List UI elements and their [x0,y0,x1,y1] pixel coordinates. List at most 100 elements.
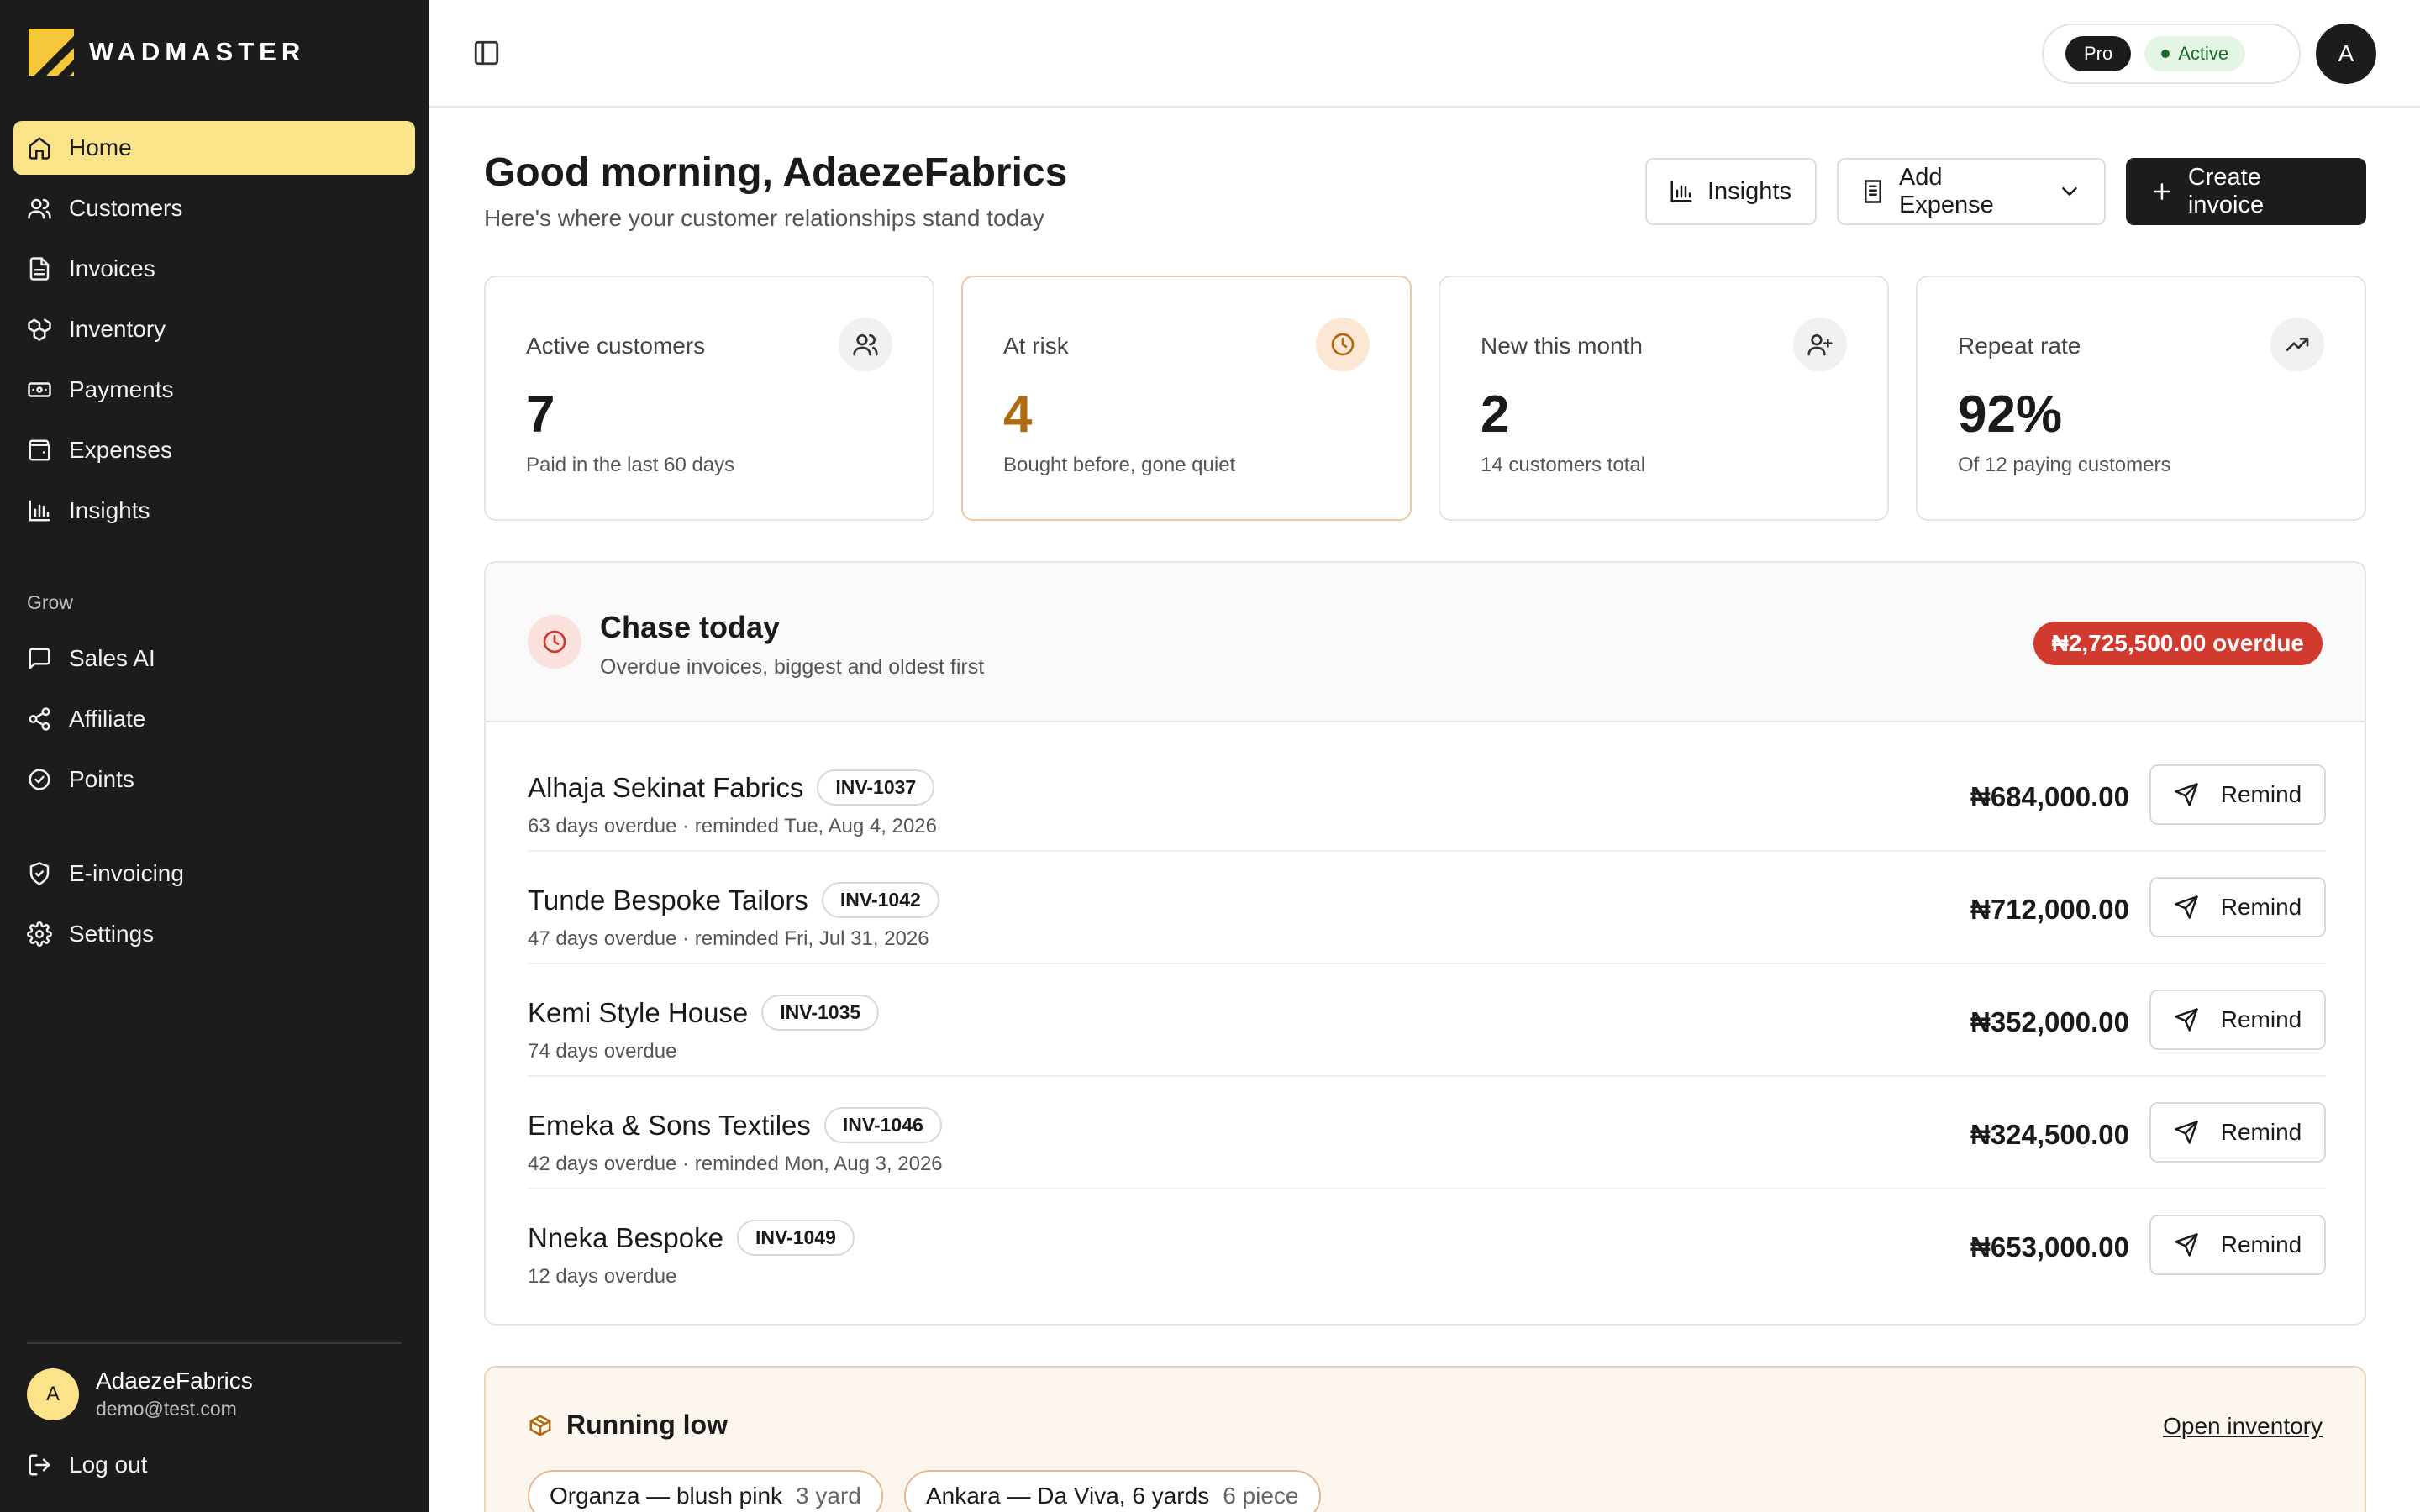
create-invoice-label: Create invoice [2187,164,2265,218]
invoice-badge: INV-1046 [823,1107,942,1143]
sidebar-item-label: Invoices [69,255,155,281]
stat-note: Paid in the last 60 days [526,454,735,476]
status-text: Active [2178,43,2229,64]
stat-note: 14 customers total [1481,454,1646,476]
stat-icon [1316,318,1370,371]
remind-button[interactable]: Remind [2149,764,2326,825]
home-icon [29,137,50,160]
sidebar-toggle-icon[interactable] [472,39,501,67]
page-subtitle: Here's where your customer relationships… [484,205,1044,231]
customer-name-text: Tunde Bespoke Tailors [528,884,808,916]
sidebar-item-e-invoicing[interactable]: E-invoicing [13,847,415,900]
invoice-badge: INV-1035 [761,995,880,1031]
shield-check-icon [29,862,50,885]
stat-label: At risk [1003,333,1069,359]
invoice-amount: ₦324,500.00 [1970,1119,2129,1150]
remind-button[interactable]: Remind [2149,877,2326,937]
insights-button[interactable]: Insights [1645,158,1817,225]
share-icon [29,707,50,731]
overdue-meta: 47 days overdue · reminded Fri, Jul 31, … [528,927,929,950]
remind-button[interactable]: Remind [2149,990,2326,1050]
bar-chart-icon [1670,181,1692,202]
sidebar-item-label: Points [69,766,134,792]
table-row[interactable]: Alhaja Sekinat Fabrics INV-1037 63 days … [528,739,2326,852]
badge-check-icon [29,769,50,790]
log-out-icon [29,1454,50,1476]
send-icon [2175,1008,2198,1032]
low-stock-chip[interactable]: Organza — blush pink 3 yard [528,1470,883,1512]
stat-card-repeat-rate[interactable]: Repeat rate 92% Of 12 paying customers [1916,276,2366,521]
remind-label: Remind [2220,1006,2302,1032]
invoice-amount: ₦352,000.00 [1970,1006,2129,1037]
low-stock-chip[interactable]: Ankara — Da Viva, 6 yards 6 piece [904,1470,1321,1512]
sidebar-item-sales-ai[interactable]: Sales AI [13,632,415,685]
low-stock-qty: 3 yard [796,1483,861,1509]
stat-card-new-this-month[interactable]: New this month 2 14 customers total [1439,276,1889,521]
stat-note: Bought before, gone quiet [1003,454,1236,476]
boxes-icon [28,318,51,341]
sidebar-item-affiliate[interactable]: Affiliate [13,692,415,746]
stat-icon [2270,318,2324,371]
sidebar-item-payments[interactable]: Payments [13,363,415,417]
sidebar-item-home[interactable]: Home [13,121,415,175]
running-low-title: Running low [566,1410,728,1440]
user-profile[interactable]: A AdaezeFabrics demo@test.com [27,1368,253,1420]
stat-value: 4 [1003,386,1033,444]
remind-label: Remind [2220,1119,2302,1145]
status-dot-icon [2161,50,2170,58]
status-badge: Active [2144,36,2246,71]
stat-icon [1793,318,1847,371]
logout-label: Log out [69,1452,148,1478]
logo-mark-icon [29,29,74,76]
sidebar-item-label: Payments [69,376,174,402]
overdue-meta: 74 days overdue [528,1040,677,1063]
add-expense-button[interactable]: Add Expense [1837,158,2106,225]
sidebar-item-settings[interactable]: Settings [13,907,415,961]
create-invoice-button[interactable]: Create invoice [2126,158,2366,225]
brand-logo[interactable]: WADMASTER [29,29,305,76]
chase-title: Chase today [600,610,781,644]
running-low-panel: Running low Open inventory Organza — blu… [484,1366,2366,1512]
table-row[interactable]: Nneka Bespoke INV-1049 12 days overdue ₦… [528,1189,2326,1302]
customer-name-text: Alhaja Sekinat Fabrics [528,771,804,803]
chase-subtitle: Overdue invoices, biggest and oldest fir… [600,655,985,679]
overdue-meta: 63 days overdue · reminded Tue, Aug 4, 2… [528,815,937,837]
customer-name-text: Nneka Bespoke [528,1221,723,1253]
account-avatar[interactable]: A [2316,24,2376,84]
open-inventory-link[interactable]: Open inventory [2163,1413,2323,1440]
table-row[interactable]: Kemi Style House INV-1035 74 days overdu… [528,964,2326,1077]
table-row[interactable]: Emeka & Sons Textiles INV-1046 42 days o… [528,1077,2326,1189]
stat-note: Of 12 paying customers [1958,454,2171,476]
sidebar-item-inventory[interactable]: Inventory [13,302,415,356]
stat-icon [839,318,892,371]
send-icon [2175,783,2198,806]
table-row[interactable]: Tunde Bespoke Tailors INV-1042 47 days o… [528,852,2326,964]
sidebar-item-label: Insights [69,497,150,523]
send-icon [2175,1233,2198,1257]
sidebar-item-insights[interactable]: Insights [13,484,415,538]
file-icon [29,257,50,281]
logout-button[interactable]: Log out [27,1452,147,1478]
receipt-icon [1864,180,1881,203]
plus-icon [2153,183,2170,200]
sidebar-item-label: Sales AI [69,645,155,671]
stat-card-at-risk[interactable]: At risk 4 Bought before, gone quiet [961,276,1412,521]
stat-card-active-customers[interactable]: Active customers 7 Paid in the last 60 d… [484,276,934,521]
sidebar-item-expenses[interactable]: Expenses [13,423,415,477]
plan-status[interactable]: Pro Active [2042,24,2301,84]
wallet-icon [29,439,50,461]
sidebar-item-customers[interactable]: Customers [13,181,415,235]
sidebar-divider [27,1342,402,1344]
sidebar-item-invoices[interactable]: Invoices [13,242,415,296]
remind-button[interactable]: Remind [2149,1215,2326,1275]
sidebar-item-points[interactable]: Points [13,753,415,806]
trending-up-icon [2286,338,2309,351]
chase-today-panel: Chase today Overdue invoices, biggest an… [484,561,2366,1326]
message-icon [29,648,50,669]
low-stock-item-name: Organza — blush pink [550,1483,783,1509]
remind-button[interactable]: Remind [2149,1102,2326,1163]
stat-value: 7 [526,386,555,444]
chase-icon-wrap [528,615,581,669]
plan-badge: Pro [2065,36,2132,71]
gear-icon [27,921,52,947]
